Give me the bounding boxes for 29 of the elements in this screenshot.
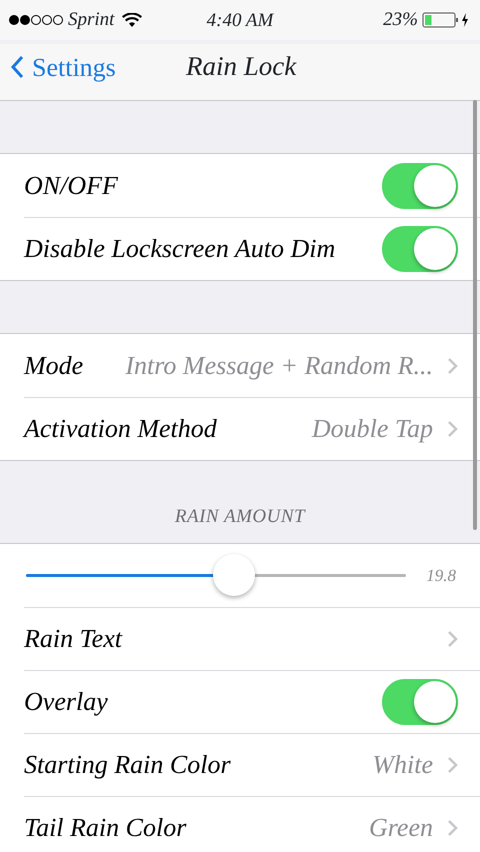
- setting-label: Starting Rain Color: [24, 749, 231, 781]
- setting-value: Double Tap: [312, 413, 433, 445]
- slider-thumb[interactable]: [212, 554, 255, 596]
- section-header: RAIN AMOUNT: [174, 504, 306, 528]
- chevron-icon: [447, 420, 458, 438]
- slider-value: 19.8: [426, 564, 456, 587]
- toggle-switch[interactable]: [382, 162, 458, 208]
- battery-text: 23%: [383, 8, 418, 32]
- setting-label: Overlay: [24, 686, 108, 718]
- back-button[interactable]: Settings: [0, 44, 120, 90]
- clock-text: 4:40 AM: [206, 9, 274, 33]
- carrier-text: Sprint: [68, 8, 114, 32]
- setting-label: Mode: [24, 350, 84, 382]
- chevron-icon: [447, 630, 458, 648]
- toggle-switch[interactable]: [382, 226, 458, 272]
- setting-label: Activation Method: [24, 413, 217, 445]
- setting-label: ON/OFF: [24, 170, 118, 202]
- chevron-icon: [447, 756, 458, 774]
- setting-value: White: [372, 749, 433, 781]
- chevron-icon: [447, 818, 458, 836]
- page-title: Rain Lock: [186, 50, 296, 82]
- setting-value: Intro Message + Random R...: [125, 350, 433, 382]
- setting-label: Disable Lockscreen Auto Dim: [24, 233, 336, 265]
- setting-label: Tail Rain Color: [24, 812, 186, 844]
- chevron-icon: [447, 356, 458, 374]
- setting-label: Rain Text: [24, 623, 122, 655]
- toggle-switch[interactable]: [382, 678, 458, 724]
- setting-value: Green: [368, 812, 433, 844]
- back-chevron-icon: [10, 55, 24, 79]
